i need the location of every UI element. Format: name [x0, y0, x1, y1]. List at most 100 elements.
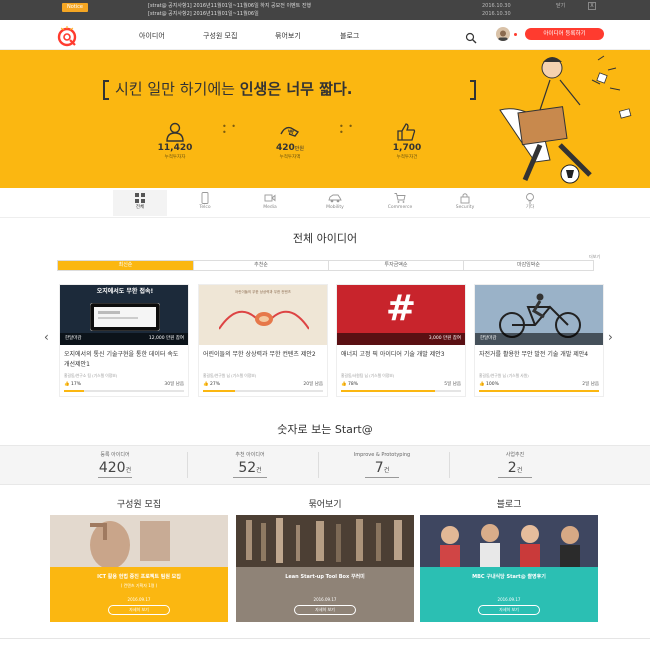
collection-body: Lean Start-up Tool Box 꾸러미 2016.09.17 자세… [236, 567, 414, 622]
category-telco[interactable]: Telco [178, 190, 232, 216]
video-icon [264, 194, 276, 202]
idea-card[interactable]: 한달마감 자전거를 활용한 무안 발전 기술 개발 제안4 홍길동/연구원 님 … [474, 284, 604, 397]
card-title[interactable]: 어린이들의 무한 상상력과 무한 컨텐츠 제안2 [203, 350, 323, 370]
grid-icon [135, 193, 145, 203]
notice-close-label[interactable]: 닫기 [556, 2, 576, 10]
num-business-label: 사업추진 [505, 452, 525, 458]
card-amount: 12,000 만원 참여 [148, 336, 184, 341]
category-etc[interactable]: 기타 [503, 190, 557, 216]
thumbs-up-icon [395, 122, 417, 142]
notice-item[interactable]: [strat@ 공지사항2] 2016년11월01일~11월06일 [148, 10, 528, 18]
bracket-right [470, 80, 476, 100]
collection-image [236, 515, 414, 567]
sort-recommended[interactable]: 추천순 [194, 261, 328, 270]
avatar[interactable] [496, 27, 510, 41]
register-idea-button[interactable]: 아이디어 등록하기 [525, 28, 604, 40]
num-divider [187, 452, 188, 478]
num-underline [365, 477, 399, 478]
card-progress-fill [64, 390, 85, 392]
nav-recruit[interactable]: 구성원 모집 [203, 31, 237, 41]
sort-deadline[interactable]: 마감임박순 [464, 261, 593, 270]
card-author: 홍길동/연구원 님 (기스텔 사원) [479, 373, 529, 378]
card-days-left: 2일 남음 [582, 382, 599, 387]
collection-column-title: 묶어보기 [308, 500, 342, 510]
card-progress [479, 390, 599, 392]
num-recommended-value: 52건 [238, 460, 262, 476]
idea-card[interactable]: 오지에서도 무한 접속! 한달마감 12,000 만원 참여 오지에서의 통신 … [59, 284, 189, 397]
num-divider [318, 452, 319, 478]
idea-card[interactable]: 어린이들의 무한 상상력과 무한 컨텐츠 어린이들의 무한 상상력과 무한 컨텐… [198, 284, 328, 397]
collection-card[interactable]: Lean Start-up Tool Box 꾸러미 2016.09.17 자세… [236, 515, 414, 622]
idea-card[interactable]: # 3,000 만원 참여 애너지 고정 픽 아이디어 기술 개발 제안3 홍길… [336, 284, 466, 397]
blog-column-title: 블로그 [496, 500, 522, 510]
stat-count-label: 누적투자건 [396, 155, 418, 160]
money-hand-icon: ₩ [279, 122, 301, 142]
card-tag: 한달마감 [480, 336, 497, 341]
sort-latest[interactable]: 최신순 [58, 261, 193, 270]
card-percent: 👍 100% [479, 382, 499, 387]
nav-collection[interactable]: 묶어보기 [275, 31, 301, 41]
num-underline [498, 477, 532, 478]
blog-card[interactable]: MBC 구내식당 Start@ 촬영후기 2016.09.17 자세히 보기 [420, 515, 598, 622]
bracket-left [103, 80, 109, 100]
card-progress [341, 390, 461, 392]
recruit-card[interactable]: ICT 활용 헌법 증진 프로젝트 팀원 모집 ( 컨텐츠 기획자 1명 ) 2… [50, 515, 228, 622]
num-business-value: 2건 [507, 460, 523, 476]
blog-date: 2016.09.17 [497, 597, 521, 602]
card-percent: 👍 78% [341, 382, 359, 387]
svg-text:₩: ₩ [288, 129, 294, 136]
card-progress-fill [479, 390, 599, 392]
car-icon [328, 194, 342, 203]
recruit-detail-button[interactable]: 자세히 보기 [108, 605, 170, 615]
sort-investment[interactable]: 투자금액순 [329, 261, 463, 270]
stat-count-value: 1,700 [392, 143, 422, 153]
card-percent: 👍 17% [64, 382, 82, 387]
card-image-caption: 오지에서도 무한 접속! [96, 288, 154, 295]
card-author: 홍길동/연구소 팀 (기스텔 이정보) [64, 373, 118, 378]
notice-badge: Notice [62, 3, 88, 12]
category-commerce[interactable]: Commerce [373, 190, 427, 216]
stat-amount-value: 420만원 [276, 143, 304, 153]
nav-blog[interactable]: 블로그 [340, 31, 359, 41]
blog-detail-button[interactable]: 자세히 보기 [478, 605, 540, 615]
card-title[interactable]: 오지에서의 통신 기술구현을 통한 데이터 속도 개선제안1 [64, 350, 184, 370]
card-tag: 한달마감 [65, 336, 82, 341]
card-days-left: 20일 남음 [303, 382, 323, 387]
thumbs-up-icon: 👍 [64, 382, 70, 387]
footer-divider [0, 638, 650, 639]
collection-detail-button[interactable]: 자세히 보기 [294, 605, 356, 615]
thumbs-up-icon: 👍 [341, 382, 347, 387]
collection-date: 2016.09.17 [313, 597, 337, 602]
thumbs-up-icon: 👍 [203, 382, 209, 387]
blog-body: MBC 구내식당 Start@ 촬영후기 2016.09.17 자세히 보기 [420, 567, 598, 622]
category-all[interactable]: 전체 [113, 190, 167, 216]
notice-item[interactable]: [strat@ 공지사항1] 2016년11월01일~11월06일 하지 공모전… [148, 2, 528, 10]
category-security[interactable]: Security [438, 190, 492, 216]
carousel-next-icon[interactable]: › [608, 330, 618, 344]
notice-close-button[interactable]: X [588, 2, 596, 10]
card-progress-fill [203, 390, 236, 392]
cart-icon [394, 193, 406, 203]
category-media[interactable]: Media [243, 190, 297, 216]
search-icon[interactable] [465, 29, 477, 44]
card-image: 어린이들의 무한 상상력과 무한 컨텐츠 [199, 285, 327, 345]
blog-heading: MBC 구내식당 Start@ 촬영후기 [472, 574, 546, 580]
recruit-column-title: 구성원 모집 [116, 500, 162, 510]
card-title[interactable]: 자전거를 활용한 무안 발전 기술 개발 제안4 [479, 350, 599, 370]
nav-ideas[interactable]: 아이디어 [139, 31, 165, 41]
carousel-prev-icon[interactable]: ‹ [44, 330, 54, 344]
num-recommended-label: 추천 아이디어 [235, 452, 265, 458]
notice-date: 2016.10.30 [482, 11, 511, 17]
logo[interactable] [56, 25, 78, 47]
card-title[interactable]: 애너지 고정 픽 아이디어 기술 개발 제안3 [341, 350, 461, 370]
recruit-sub: ( 컨텐츠 기획자 1명 ) [120, 583, 158, 588]
hero-illustration [499, 55, 632, 184]
numbers-section-title: 숫자로 보는 Start@ [277, 423, 373, 436]
logo-icon [57, 26, 77, 47]
card-progress [203, 390, 323, 392]
recruit-heading: ICT 활용 헌법 증진 프로젝트 팀원 모집 [97, 574, 181, 580]
num-divider [449, 452, 450, 478]
phone-icon [201, 192, 209, 204]
num-improve-label: Improve & Prototyping [353, 452, 411, 458]
category-mobility[interactable]: Mobility [308, 190, 362, 216]
